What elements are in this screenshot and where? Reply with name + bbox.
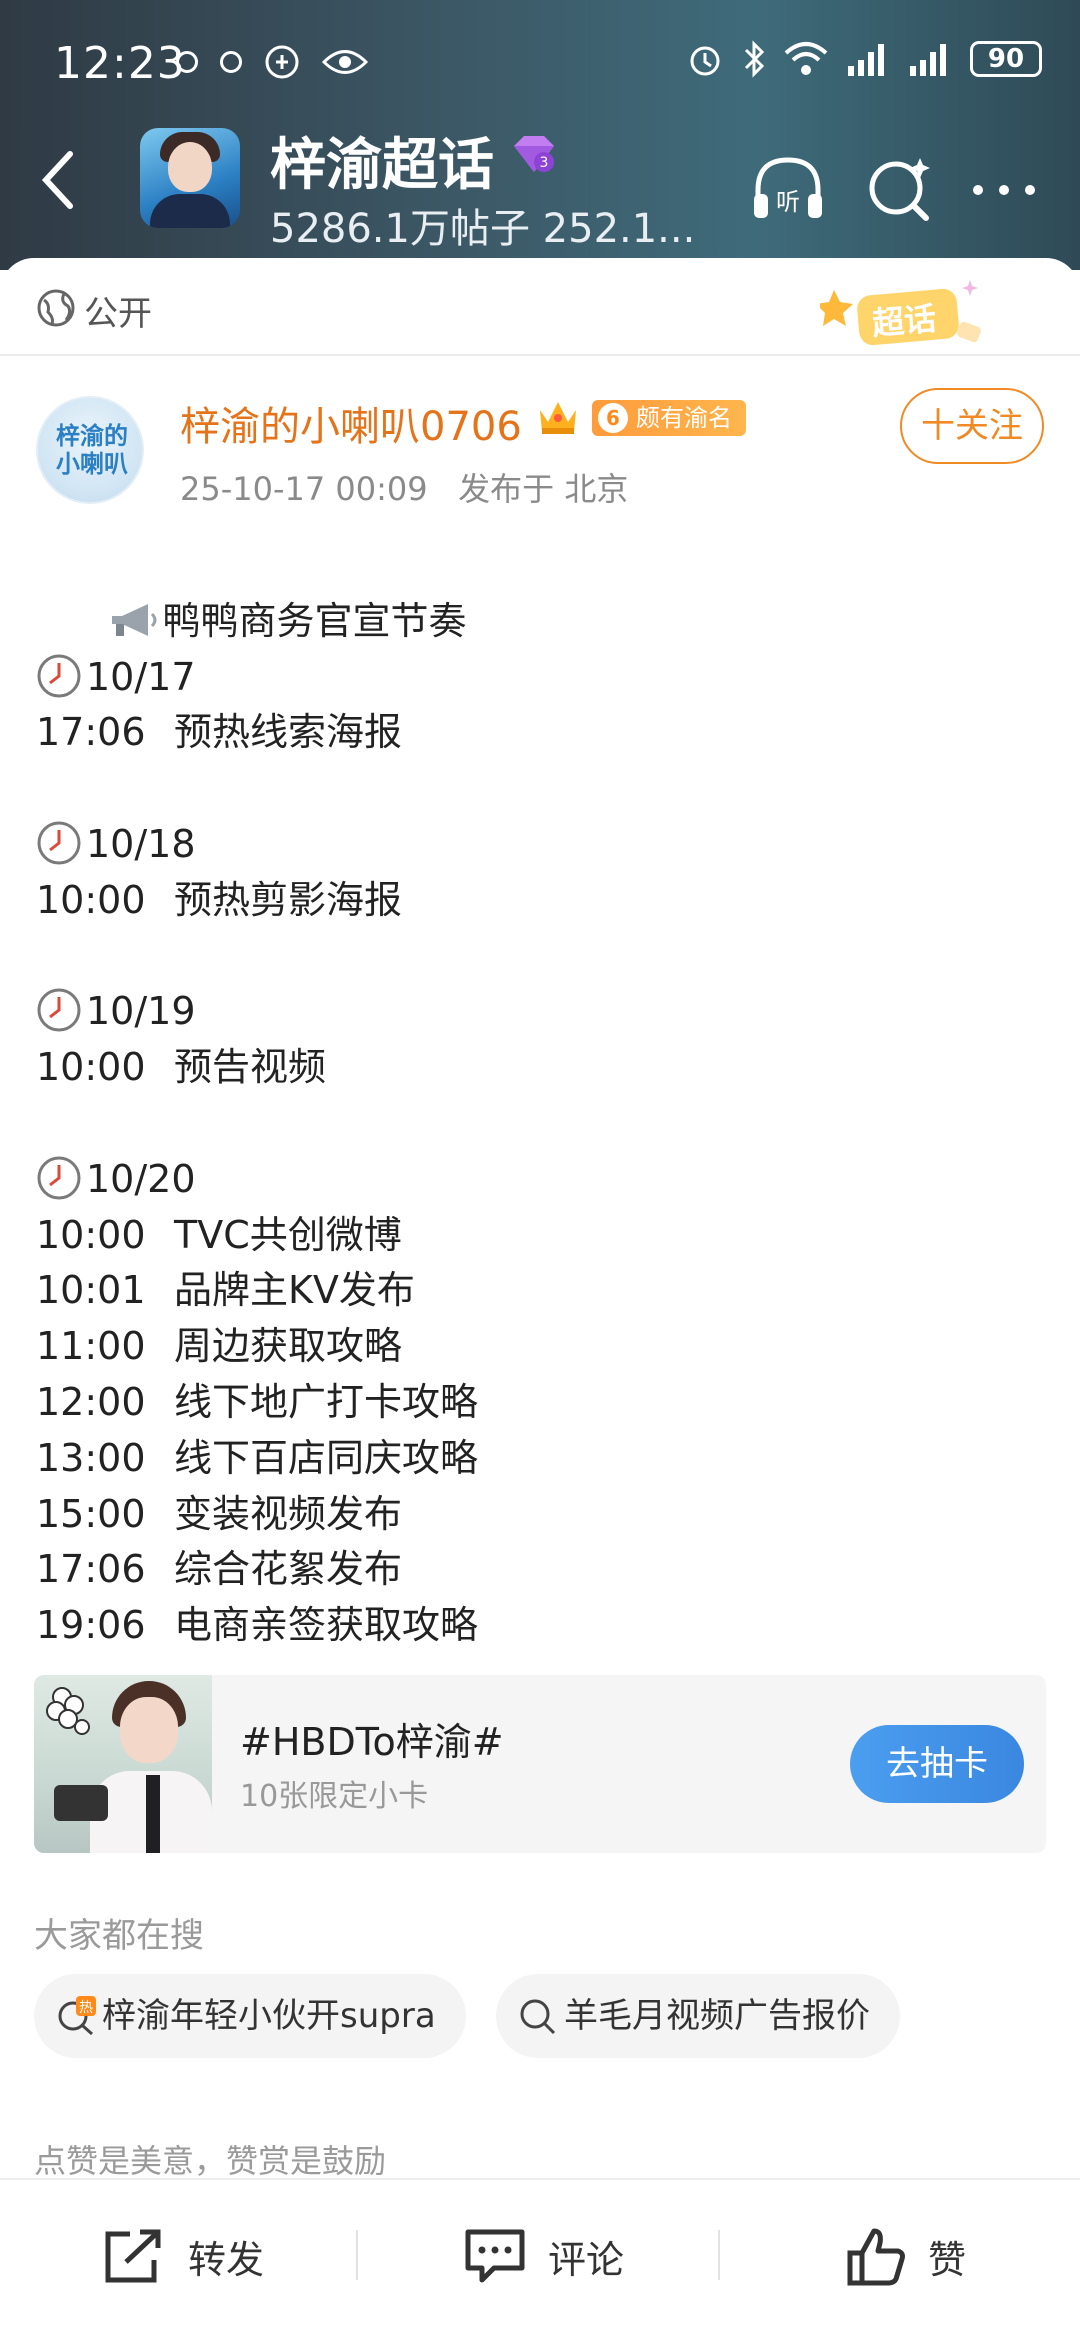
supertopic-tag-label: 超话 <box>870 299 938 343</box>
title-bar: 梓渝超话 3 5286.1万帖子 252.1... 听 <box>0 120 1080 270</box>
topic-card-subtitle: 10张限定小卡 <box>240 1779 429 1814</box>
search-chip-label: 梓渝年轻小伙开supra <box>102 1996 436 2036</box>
topic-stats: 5286.1万帖子 252.1... <box>270 206 696 252</box>
repost-label: 转发 <box>188 2238 265 2282</box>
globe-icon <box>37 289 75 327</box>
schedule-item: 15:00 变装视频发布 <box>36 1491 403 1536</box>
supertopic-tag[interactable]: 超话 <box>816 274 990 358</box>
search-chip[interactable]: 羊毛月视频广告报价 <box>496 1974 900 2058</box>
header-background: 12:23 90 梓渝超话 3 5286.1万帖子 252.1... 听 <box>0 0 1080 270</box>
share-icon <box>105 2229 161 2282</box>
fan-level-badge: 6 颇有渝名 <box>592 400 746 436</box>
divider <box>718 2230 720 2280</box>
battery-icon: 90 <box>970 41 1042 77</box>
schedule-item: 19:06 电商亲签获取攻略 <box>36 1603 479 1648</box>
follow-button[interactable]: 十关注 <box>900 388 1044 464</box>
svg-text:热: 热 <box>79 2000 93 2016</box>
schedule-item: 10:00 预热剪影海报 <box>36 877 403 922</box>
post-body: 鸭鸭商务官宣节奏 10/17 17:06 预热线索海报 10/18 10:00 预热… <box>36 538 1046 1654</box>
back-icon[interactable] <box>38 150 78 210</box>
author-avatar[interactable]: 梓渝的小喇叭 <box>36 396 144 504</box>
like-label: 赞 <box>928 2238 967 2282</box>
schedule-date-row: 10/17 <box>36 650 1046 706</box>
comment-icon <box>465 2229 525 2282</box>
schedule-item: 12:00 线下地广打卡攻略 <box>36 1379 479 1424</box>
wifi-icon <box>784 42 828 75</box>
post-card: 公开 超话 梓渝的小喇叭 梓渝的小喇叭0706 6 颇有渝名 25-10-17 … <box>0 258 1080 2331</box>
fan-level-label: 颇有渝名 <box>636 404 732 432</box>
author-row: 梓渝的小喇叭 梓渝的小喇叭0706 6 颇有渝名 25-10-17 00:09 … <box>0 354 1080 524</box>
schedule-item: 17:06 预热线索海报 <box>36 710 403 755</box>
page-title[interactable]: 梓渝超话 <box>270 120 494 201</box>
clock-icon <box>37 654 81 698</box>
eye-icon <box>322 50 368 74</box>
clock-icon <box>37 821 81 865</box>
clock-icon <box>37 1156 81 1200</box>
bluetooth-icon <box>744 40 765 78</box>
search-chip-label: 羊毛月视频广告报价 <box>564 1996 870 2036</box>
topic-card-title: #HBDTo梓渝# <box>240 1720 504 1764</box>
status-notification-icons <box>176 44 368 80</box>
signal-icon <box>848 44 884 76</box>
schedule-item: 17:06 综合花絮发布 <box>36 1547 403 1592</box>
topic-avatar[interactable] <box>140 128 240 228</box>
more-icon[interactable] <box>964 150 1044 230</box>
listen-headphone-icon[interactable]: 听 <box>748 150 828 230</box>
author-name[interactable]: 梓渝的小喇叭0706 <box>180 394 522 452</box>
visibility-label: 公开 <box>84 294 152 334</box>
post-headline-row: 鸭鸭商务官宣节奏 <box>36 538 1046 643</box>
post-meta: 25-10-17 00:09 发布于 北京 <box>180 464 628 510</box>
schedule-item: 10:00 预告视频 <box>36 1045 327 1090</box>
schedule-item: 13:00 线下百店同庆攻略 <box>36 1435 479 1480</box>
megaphone-icon <box>112 603 157 636</box>
status-time: 12:23 <box>54 38 186 89</box>
notification-dot-icon <box>176 51 198 73</box>
post-time: 25-10-17 00:09 <box>180 470 428 508</box>
flower-doodle-icon <box>46 1687 90 1735</box>
hot-search-icon: 热 <box>58 1996 96 2036</box>
trending-search-heading: 大家都在搜 <box>34 1916 204 1956</box>
search-icon <box>520 1999 556 2035</box>
crown-icon <box>540 402 576 434</box>
repost-button[interactable]: 转发 <box>100 2180 264 2333</box>
topic-card-image <box>34 1675 212 1853</box>
notification-dot-icon <box>220 51 242 73</box>
schedule-item: 11:00 周边获取攻略 <box>36 1324 403 1369</box>
like-button[interactable]: 赞 <box>846 2180 966 2333</box>
schedule-date-row: 10/19 <box>36 984 1046 1040</box>
status-system-icons: 90 <box>686 40 1042 78</box>
signal-icon <box>910 44 946 76</box>
post-headline: 鸭鸭商务官宣节奏 <box>162 598 467 643</box>
level-gem-icon: 3 <box>514 136 554 172</box>
thumbs-up-icon <box>847 2228 905 2285</box>
schedule-date-row: 10/18 <box>36 817 1046 873</box>
divider <box>356 2230 358 2280</box>
fan-level-number: 6 <box>598 403 628 433</box>
bottom-action-bar: 转发 评论 赞 <box>0 2178 1080 2333</box>
comment-label: 评论 <box>548 2238 625 2282</box>
alarm-icon <box>690 46 720 76</box>
schedule-item: 10:01 品牌主KV发布 <box>36 1268 415 1313</box>
search-chip[interactable]: 热 梓渝年轻小伙开supra <box>34 1974 466 2058</box>
draw-card-button[interactable]: 去抽卡 <box>850 1725 1024 1803</box>
clock-icon <box>37 988 81 1032</box>
svg-text:听: 听 <box>776 188 800 216</box>
post-location: 发布于 北京 <box>458 470 629 508</box>
comment-button[interactable]: 评论 <box>464 2180 624 2333</box>
reward-hint: 点赞是美意，赞赏是鼓励 <box>34 2142 387 2180</box>
search-icon[interactable] <box>860 150 940 230</box>
schedule-date-row: 10/20 <box>36 1152 1046 1208</box>
status-bar: 12:23 90 <box>0 0 1080 120</box>
svg-text:3: 3 <box>540 155 549 171</box>
topic-card[interactable]: #HBDTo梓渝# 10张限定小卡 去抽卡 <box>34 1675 1046 1853</box>
sync-icon <box>265 45 299 79</box>
visibility-bar: 公开 超话 <box>0 258 1080 356</box>
schedule-item: 10:00 TVC共创微博 <box>36 1212 402 1257</box>
author-avatar-text: 梓渝的小喇叭 <box>56 422 128 478</box>
